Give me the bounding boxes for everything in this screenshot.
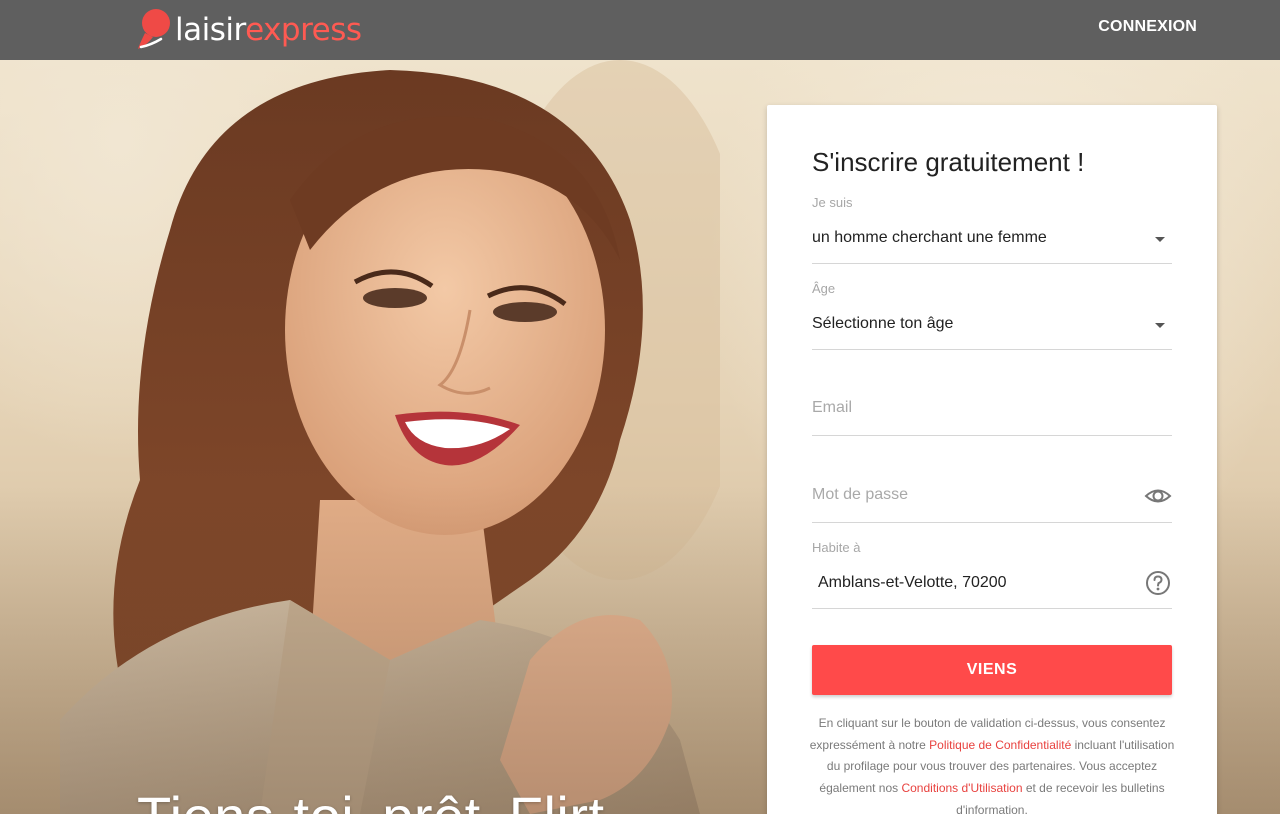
form-title: S'inscrire gratuitement ! [812, 147, 1085, 177]
gender-value: un homme cherchant une femme [812, 229, 1047, 246]
age-label: Âge [812, 281, 836, 296]
city-value: Amblans-et-Velotte, 70200 [818, 574, 1007, 591]
help-circle-icon[interactable] [1144, 569, 1172, 597]
logo-wordmark: laisirexpress [175, 11, 362, 48]
gender-label: Je suis [812, 195, 853, 210]
password-field[interactable]: Mot de passe [812, 449, 1172, 523]
age-select[interactable]: Âge Sélectionne ton âge [812, 276, 1172, 350]
hero-tagline: Tiens-toi prêt Flirt [137, 784, 605, 814]
chevron-down-icon [1155, 323, 1165, 328]
privacy-policy-link[interactable]: Politique de Confidentialité [929, 738, 1071, 752]
logo-wordmark-part1: laisir [175, 11, 246, 48]
email-field[interactable]: Email [812, 362, 1172, 436]
top-bar: laisirexpress CONNEXION [0, 0, 1280, 60]
email-placeholder: Email [812, 399, 853, 416]
city-label: Habite à [812, 540, 861, 555]
logo-wordmark-part2: express [245, 11, 362, 48]
age-value: Sélectionne ton âge [812, 315, 954, 332]
signup-form-card: S'inscrire gratuitement ! Je suis un hom… [767, 105, 1217, 814]
login-link[interactable]: CONNEXION [1098, 18, 1197, 36]
legal-notice: En cliquant sur le bouton de validation … [807, 713, 1177, 814]
terms-link[interactable]: Conditions d'Utilisation [901, 781, 1022, 795]
gender-select[interactable]: Je suis un homme cherchant une femme [812, 190, 1172, 264]
city-field[interactable]: Habite à Amblans-et-Velotte, 70200 [812, 535, 1172, 609]
page: laisirexpress CONNEXION S'inscrire gratu… [0, 0, 1280, 814]
submit-button[interactable]: VIENS [812, 645, 1172, 695]
speech-bubble-logo-icon [138, 9, 170, 49]
chevron-down-icon [1155, 237, 1165, 242]
eye-icon[interactable] [1144, 482, 1172, 510]
password-placeholder: Mot de passe [812, 486, 909, 503]
logo-link[interactable]: laisirexpress [137, 6, 362, 52]
